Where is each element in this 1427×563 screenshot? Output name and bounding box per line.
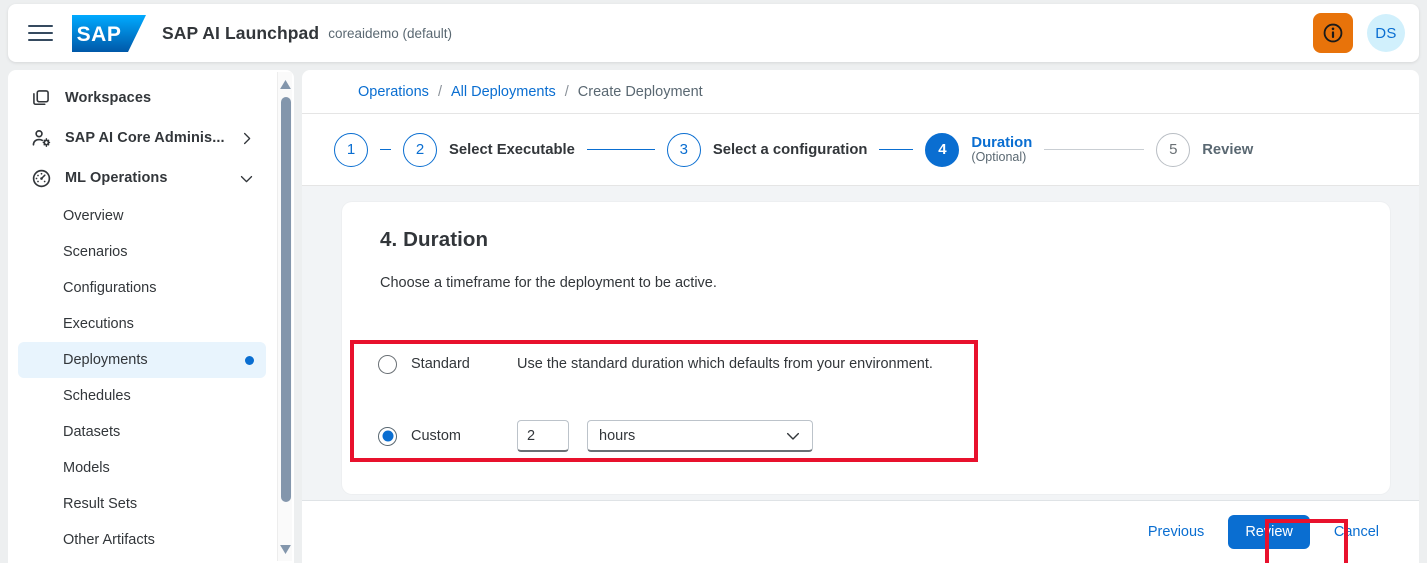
option-custom-label: Custom — [411, 428, 461, 444]
app-title: SAP AI Launchpad — [162, 22, 320, 43]
sidebar-item-models[interactable]: Models — [18, 450, 266, 486]
sidebar-item-datasets[interactable]: Datasets — [18, 414, 266, 450]
step-title: Select a configuration — [712, 141, 868, 158]
sidebar-item-other-artifacts[interactable]: Other Artifacts — [18, 522, 266, 558]
wizard-step-4[interactable]: 4 Duration (Optional) — [925, 132, 1033, 190]
sidebar-item-label: Deployments — [63, 352, 148, 368]
sidebar-item-label: Datasets — [63, 424, 121, 440]
wizard-step-5[interactable]: 5 Review — [1156, 132, 1254, 167]
sidebar-item-overview[interactable]: Overview — [18, 198, 266, 234]
scroll-down-arrow-icon[interactable] — [278, 541, 293, 557]
sidebar-item-schedules[interactable]: Schedules — [18, 378, 266, 414]
step-optional-label: (Optional) — [971, 150, 1027, 164]
sidebar-item-label: SAP AI Core Adminis... — [65, 130, 225, 146]
sidebar-item-label: Workspaces — [65, 90, 152, 106]
sidebar-item-scenarios[interactable]: Scenarios — [18, 234, 266, 270]
wizard-step-1[interactable]: 1 — [334, 132, 368, 167]
chevron-down-icon[interactable] — [785, 428, 801, 444]
sidebar-item-label: Executions — [63, 316, 134, 332]
step-number[interactable]: 4 — [925, 132, 960, 167]
sidebar: Workspaces SAP AI Core Adminis... ML Ope… — [8, 70, 294, 563]
sidebar-item-label: ML Operations — [65, 170, 168, 186]
user-settings-icon — [30, 127, 52, 149]
step-number[interactable]: 1 — [334, 132, 368, 167]
radio-standard[interactable] — [378, 354, 397, 374]
duration-unit-select[interactable]: hours — [587, 420, 813, 452]
status-dot-icon — [245, 355, 254, 365]
chevron-down-icon[interactable] — [239, 171, 254, 186]
ml-operations-icon — [30, 167, 52, 189]
step-connector — [586, 148, 655, 151]
duration-options: Standard Use the standard duration which… — [360, 339, 1354, 461]
step-connector — [1044, 148, 1145, 151]
sap-logo[interactable]: SAP — [72, 14, 146, 52]
sidebar-item-ml-operations[interactable]: ML Operations — [18, 158, 266, 198]
svg-text:SAP: SAP — [77, 23, 122, 46]
step-title: Duration — [971, 135, 1033, 151]
sidebar-item-workspaces[interactable]: Workspaces — [18, 78, 266, 118]
duration-card: 4. Duration Choose a timeframe for the d… — [342, 202, 1390, 494]
cancel-button[interactable]: Cancel — [1324, 518, 1389, 546]
app-subtitle: coreaidemo (default) — [328, 25, 453, 41]
step-connector — [879, 148, 914, 151]
wizard-step-3[interactable]: 3 Select a configuration — [666, 132, 868, 167]
main-content: Operations / All Deployments / Create De… — [302, 70, 1419, 563]
radio-custom[interactable] — [378, 426, 397, 446]
sidebar-scrollbar[interactable] — [277, 72, 292, 561]
sidebar-item-label: Models — [63, 460, 110, 476]
option-standard-hint: Use the standard duration which defaults… — [517, 356, 933, 372]
shellbar-actions: DS — [1313, 13, 1405, 53]
sidebar-nav: Workspaces SAP AI Core Adminis... ML Ope… — [8, 70, 276, 563]
sidebar-item-deployments[interactable]: Deployments — [18, 342, 266, 378]
sidebar-item-executions[interactable]: Executions — [18, 306, 266, 342]
wizard-steps: 1 2 Select Executable 3 Select a configu… — [302, 114, 1419, 190]
page-description: Choose a timeframe for the deployment to… — [380, 275, 717, 291]
sidebar-item-label: Other Artifacts — [63, 532, 155, 548]
sidebar-item-result-sets[interactable]: Result Sets — [18, 486, 266, 522]
sidebar-item-label: Result Sets — [63, 496, 138, 512]
sidebar-item-sap-ai-core-administration[interactable]: SAP AI Core Adminis... — [18, 118, 266, 158]
sidebar-item-configurations[interactable]: Configurations — [18, 270, 266, 306]
step-title: Review — [1202, 141, 1254, 158]
sap-logo-mark: SAP — [72, 14, 146, 52]
workspaces-icon — [30, 87, 52, 109]
breadcrumb-create-deployment: Create Deployment — [577, 83, 703, 100]
sidebar-item-label: Scenarios — [63, 244, 128, 260]
chevron-right-icon[interactable] — [239, 131, 254, 146]
option-standard-label: Standard — [411, 356, 470, 372]
scrollbar-thumb[interactable] — [280, 97, 291, 502]
avatar[interactable]: DS — [1367, 14, 1405, 52]
step-number[interactable]: 2 — [403, 132, 437, 167]
breadcrumb-separator: / — [437, 83, 442, 100]
option-standard-row[interactable]: Standard Use the standard duration which… — [360, 339, 1354, 389]
sidebar-item-label: Overview — [63, 208, 124, 224]
breadcrumb: Operations / All Deployments / Create De… — [302, 70, 1419, 114]
previous-button[interactable]: Previous — [1138, 518, 1214, 546]
info-button[interactable] — [1313, 13, 1353, 53]
step-number[interactable]: 5 — [1156, 132, 1191, 167]
page-title: 4. Duration — [380, 228, 489, 251]
info-icon — [1323, 23, 1343, 43]
sidebar-item-label: Schedules — [63, 388, 131, 404]
wizard-step-2[interactable]: 2 Select Executable — [403, 132, 575, 167]
step-title: Select Executable — [449, 141, 575, 158]
app-root: SAP SAP AI Launchpad coreaidemo (default… — [0, 0, 1427, 563]
breadcrumb-operations[interactable]: Operations — [358, 84, 429, 100]
duration-amount-input[interactable] — [517, 420, 569, 452]
step-connector — [380, 148, 391, 151]
scroll-up-arrow-icon[interactable] — [278, 76, 293, 92]
hamburger-menu-icon[interactable] — [28, 20, 54, 46]
shellbar: SAP SAP AI Launchpad coreaidemo (default… — [8, 4, 1419, 62]
option-custom-row[interactable]: Custom hours — [360, 411, 1354, 461]
wizard-footer: Previous Review Cancel — [302, 500, 1419, 563]
step-number[interactable]: 3 — [666, 132, 701, 167]
review-button[interactable]: Review — [1228, 515, 1310, 549]
breadcrumb-separator: / — [564, 83, 569, 100]
sidebar-item-label: Configurations — [63, 280, 157, 296]
duration-unit-value: hours — [599, 427, 636, 444]
breadcrumb-all-deployments[interactable]: All Deployments — [451, 84, 556, 100]
